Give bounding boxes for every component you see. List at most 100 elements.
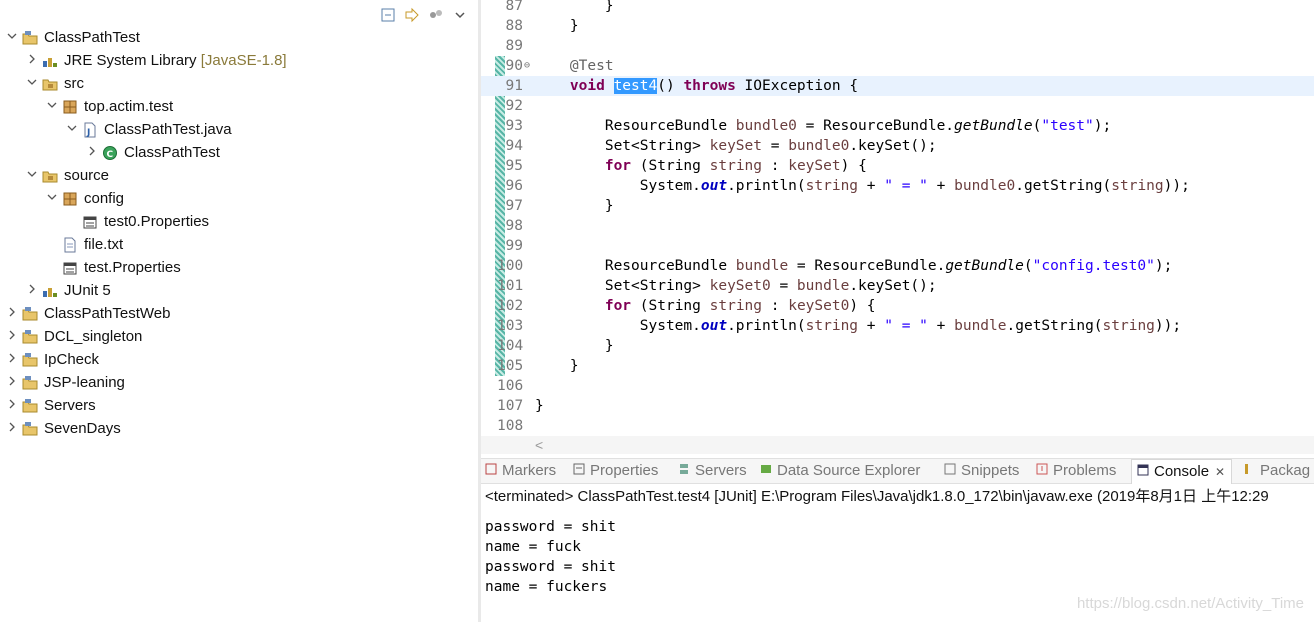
tree-item[interactable]: top.actim.test (0, 95, 478, 118)
chevron-down-icon[interactable] (26, 72, 38, 95)
code-token: bundle0 (788, 138, 850, 154)
tree-item[interactable]: ClassPathTest (0, 26, 478, 49)
chevron-right-icon[interactable] (6, 394, 18, 417)
chevron-right-icon[interactable] (86, 141, 98, 164)
code-token: keySet (788, 158, 841, 174)
code-line[interactable]: 87 } (481, 0, 1314, 16)
java-file-icon: J (82, 122, 98, 138)
line-number: 92 (505, 98, 523, 114)
view-menu-chevron-icon[interactable] (452, 7, 468, 23)
tree-item[interactable]: DCL_singleton (0, 325, 478, 348)
chevron-right-icon[interactable] (6, 417, 18, 440)
code-text: } (535, 396, 544, 416)
fold-collapse-icon[interactable]: ⊖ (524, 56, 530, 76)
tree-item[interactable]: Servers (0, 394, 478, 417)
code-line[interactable]: 105 } (481, 356, 1314, 376)
tree-item[interactable]: source (0, 164, 478, 187)
line-number: 89 (505, 38, 523, 54)
chevron-right-icon[interactable] (6, 371, 18, 394)
code-token: .getString( (1006, 318, 1103, 334)
code-line[interactable]: 107} (481, 396, 1314, 416)
chevron-right-icon[interactable] (6, 348, 18, 371)
code-token: .getString( (1015, 178, 1112, 194)
code-line[interactable]: 92 (481, 96, 1314, 116)
chevron-right-icon[interactable] (6, 325, 18, 348)
project-icon (22, 398, 38, 414)
tree-item[interactable]: test0.Properties (0, 210, 478, 233)
code-token: .keySet(); (849, 278, 937, 294)
code-token: System. (639, 178, 701, 194)
code-token: + (858, 318, 885, 334)
tab-problems[interactable]: Problems (1035, 459, 1116, 483)
project-icon (22, 352, 38, 368)
code-token: keySet0 (788, 298, 850, 314)
code-line[interactable]: 104 } (481, 336, 1314, 356)
code-line[interactable]: 95 for (String string : keySet) { (481, 156, 1314, 176)
tab-data-source-explorer[interactable]: Data Source Explorer (759, 459, 920, 483)
code-line[interactable]: 97 } (481, 196, 1314, 216)
code-token: .println( (727, 318, 806, 334)
tab-packag[interactable]: Packag (1242, 459, 1310, 483)
code-line[interactable]: 93 ResourceBundle bundle0 = ResourceBund… (481, 116, 1314, 136)
code-line[interactable]: 103 System.out.println(string + " = " + … (481, 316, 1314, 336)
code-line[interactable]: 90 ⊖ @Test (481, 56, 1314, 76)
code-line[interactable]: 89 (481, 36, 1314, 56)
code-line[interactable]: 94 Set<String> keySet = bundle0.keySet()… (481, 136, 1314, 156)
tab-markers[interactable]: Markers (484, 459, 556, 483)
line-number: 91 (505, 78, 523, 94)
code-line[interactable]: 100 ResourceBundle bundle = ResourceBund… (481, 256, 1314, 276)
code-line[interactable]: 101 Set<String> keySet0 = bundle.keySet(… (481, 276, 1314, 296)
code-line[interactable]: 99 (481, 236, 1314, 256)
chevron-right-icon[interactable] (26, 49, 38, 72)
code-text: } (535, 356, 579, 376)
code-line[interactable]: 106 (481, 376, 1314, 396)
project-icon (22, 375, 38, 391)
link-with-editor-icon[interactable] (404, 7, 420, 23)
tree-item[interactable]: JRE System Library [JavaSE-1.8] (0, 49, 478, 72)
code-editor[interactable]: 87 } 88 } 89 90 ⊖ @Test 91 void test4() throw… (481, 0, 1314, 454)
line-number: 93 (505, 118, 523, 134)
code-line[interactable]: 102 for (String string : keySet0) { (481, 296, 1314, 316)
tree-item[interactable]: file.txt (0, 233, 478, 256)
tab-servers[interactable]: Servers (677, 459, 747, 483)
close-icon[interactable]: ✕ (1215, 465, 1225, 479)
code-line[interactable]: 98 (481, 216, 1314, 236)
horizontal-scrollbar[interactable]: < (481, 436, 1314, 454)
chevron-down-icon[interactable] (46, 187, 58, 210)
code-line[interactable]: 88 } (481, 16, 1314, 36)
code-line[interactable]: 108 (481, 416, 1314, 436)
chevron-down-icon[interactable] (46, 95, 58, 118)
line-number: 100 (497, 258, 524, 274)
tab-snippets[interactable]: Snippets (943, 459, 1019, 483)
tree-item[interactable]: J ClassPathTest.java (0, 118, 478, 141)
tree-item[interactable]: config (0, 187, 478, 210)
scroll-left-icon[interactable]: < (535, 436, 543, 454)
tree-item[interactable]: C ClassPathTest (0, 141, 478, 164)
code-line[interactable]: 96 System.out.println(string + " = " + b… (481, 176, 1314, 196)
tab-properties[interactable]: Properties (572, 459, 658, 483)
code-token: + (858, 178, 885, 194)
console-icon (1136, 460, 1150, 484)
collapse-all-icon[interactable] (380, 7, 396, 23)
tree-item[interactable]: JUnit 5 (0, 279, 478, 302)
chevron-right-icon[interactable] (26, 279, 38, 302)
chevron-down-icon[interactable] (6, 26, 18, 49)
tree-item[interactable]: JSP-leaning (0, 371, 478, 394)
chevron-down-icon[interactable] (66, 118, 78, 141)
line-number: 90 (505, 58, 523, 74)
tree-item[interactable]: IpCheck (0, 348, 478, 371)
tree-item[interactable]: SevenDays (0, 417, 478, 440)
chevron-down-icon[interactable] (26, 164, 38, 187)
code-line[interactable]: 91 void test4() throws IOException { (481, 76, 1314, 96)
tree-item-label: top.actim.test (84, 98, 174, 115)
view-menu-icon[interactable] (428, 7, 444, 23)
tree-item[interactable]: test.Properties (0, 256, 478, 279)
tree-item-label: source (64, 167, 110, 184)
tree-item[interactable]: src (0, 72, 478, 95)
tree-item[interactable]: ClassPathTestWeb (0, 302, 478, 325)
tab-console[interactable]: Console ✕ (1131, 459, 1233, 484)
chevron-right-icon[interactable] (6, 302, 18, 325)
package-explorer: ClassPathTest JRE System Library [JavaSE-… (0, 0, 478, 622)
code-token: string (709, 298, 763, 314)
